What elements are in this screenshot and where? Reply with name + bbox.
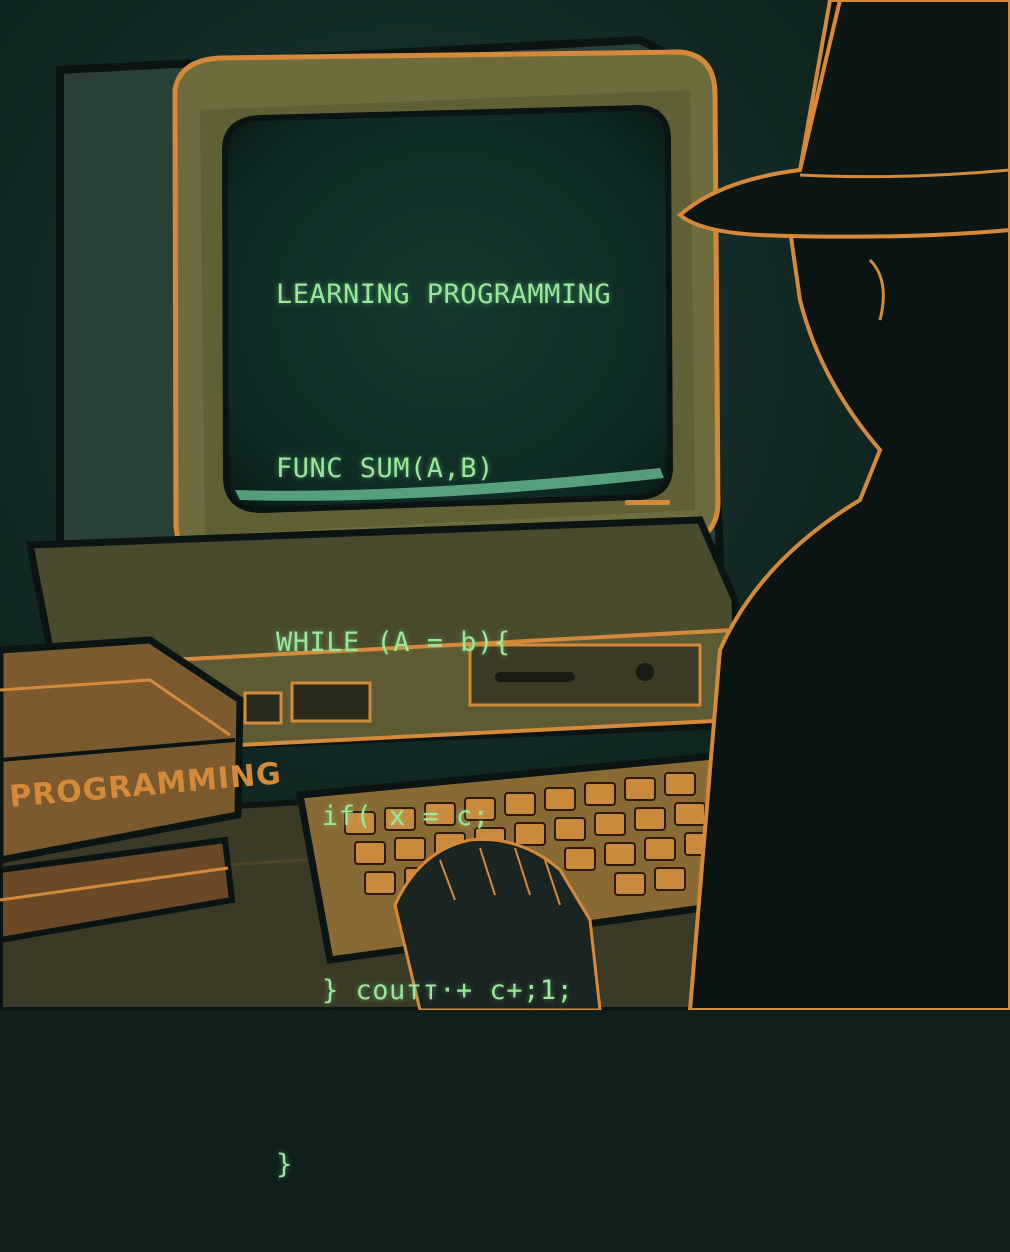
screen-line-func: FUNC SUM(A,B)	[276, 453, 494, 484]
screen-line-title: LEARNING PROGRAMMING	[276, 279, 612, 310]
screen-line-close: }	[276, 1149, 293, 1180]
crt-code-text: LEARNING PROGRAMMING FUNC SUM(A,B) WHILE…	[276, 150, 636, 1180]
screen-line-if: if( x = c;	[322, 801, 490, 832]
screen-line-cout: } couтт·+ c+;1;	[322, 975, 574, 1006]
screen-line-while: WHILE (A = b){	[276, 627, 511, 658]
